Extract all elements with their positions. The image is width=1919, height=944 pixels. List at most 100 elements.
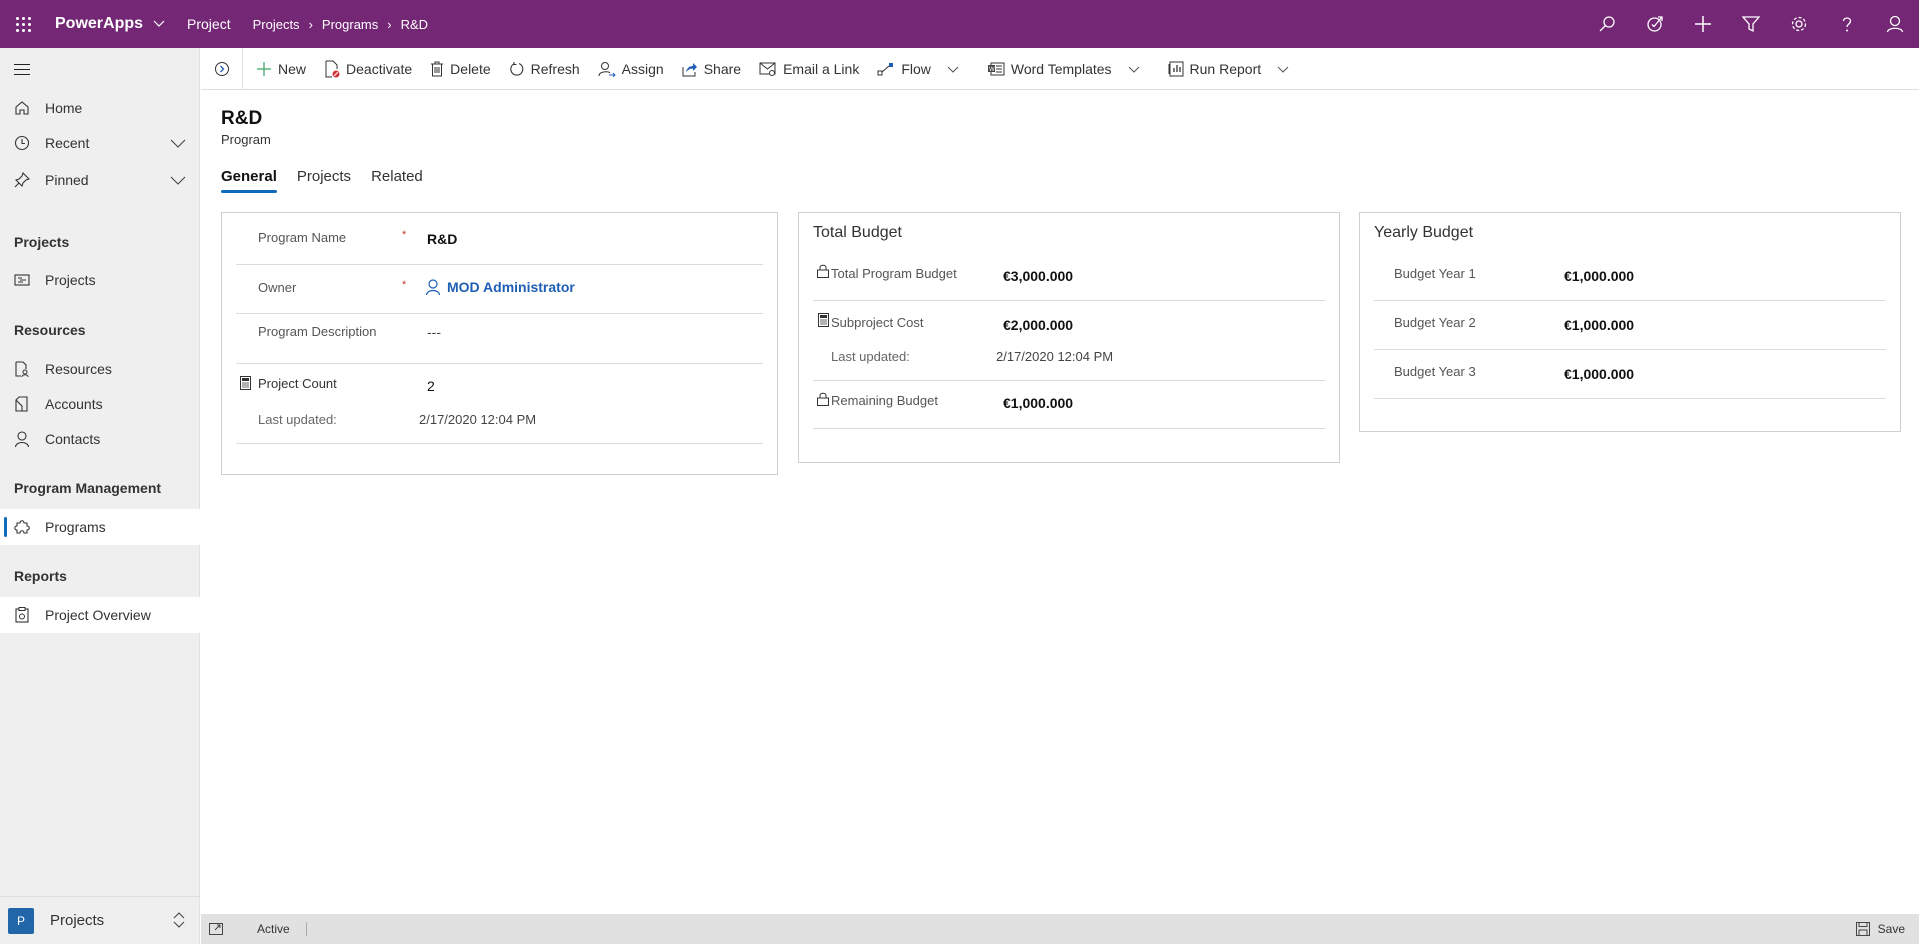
sidebar-item-contacts[interactable]: Contacts xyxy=(0,421,200,457)
chevron-down-icon[interactable] xyxy=(170,136,186,152)
user-icon xyxy=(425,279,441,295)
sidebar-item-programs[interactable]: Programs xyxy=(0,509,200,545)
app-launcher-button[interactable] xyxy=(0,0,46,48)
save-label: Save xyxy=(1877,922,1905,936)
budget-year-value[interactable]: €1,000.000 xyxy=(1564,268,1634,284)
resources-icon xyxy=(14,361,30,377)
flow-button[interactable]: Flow xyxy=(868,48,978,90)
filter-icon[interactable] xyxy=(1727,0,1775,48)
pin-icon xyxy=(14,172,30,188)
sidebar-item-label: Contacts xyxy=(45,431,101,447)
expand-button[interactable] xyxy=(201,47,243,90)
refresh-label: Refresh xyxy=(530,60,580,77)
email-icon xyxy=(759,62,776,76)
search-icon[interactable] xyxy=(1583,0,1631,48)
add-icon[interactable] xyxy=(1679,0,1727,48)
settings-icon[interactable] xyxy=(1775,0,1823,48)
section-title: Yearly Budget xyxy=(1374,224,1474,241)
report-chart-icon xyxy=(1168,61,1184,76)
tab-projects[interactable]: Projects xyxy=(297,168,351,191)
puzzle-icon xyxy=(14,519,30,535)
accounts-icon xyxy=(14,396,30,412)
total-budget-section: Total Budget Total Program Budget €3,000… xyxy=(798,212,1340,463)
sidebar-item-label: Project Overview xyxy=(45,607,151,623)
chevron-down-icon[interactable] xyxy=(153,17,167,31)
chevron-down-icon[interactable] xyxy=(947,61,965,77)
nav-group-projects: Projects xyxy=(14,234,70,250)
chevron-down-icon[interactable] xyxy=(1128,61,1146,77)
save-button[interactable]: Save xyxy=(1855,914,1905,944)
required-indicator: * xyxy=(402,279,407,291)
breadcrumb-programs[interactable]: Programs xyxy=(322,17,378,32)
word-templates-button[interactable]: W Word Templates xyxy=(978,48,1159,90)
sidebar-item-home[interactable]: Home xyxy=(0,90,200,126)
owner-link[interactable]: MOD Administrator xyxy=(447,279,575,295)
projects-icon xyxy=(14,272,30,288)
new-button[interactable]: New xyxy=(247,48,315,90)
assign-button[interactable]: Assign xyxy=(589,48,673,90)
waffle-icon xyxy=(15,16,31,32)
status-bar: Active Save xyxy=(201,914,1919,944)
sidebar-item-label: Home xyxy=(45,100,83,116)
owner-field[interactable]: MOD Administrator xyxy=(425,279,575,295)
sidebar-item-resources[interactable]: Resources xyxy=(0,351,200,387)
breadcrumb-current: R&D xyxy=(400,16,429,32)
run-report-button[interactable]: Run Report xyxy=(1159,48,1309,90)
save-icon xyxy=(1855,922,1870,936)
remaining-budget-value: €1,000.000 xyxy=(1003,395,1074,411)
tab-related[interactable]: Related xyxy=(371,168,423,191)
help-icon[interactable] xyxy=(1823,0,1871,48)
record-status: Active xyxy=(257,922,290,936)
sidebar-item-project-overview[interactable]: Project Overview xyxy=(0,597,200,633)
budget-year-value[interactable]: €1,000.000 xyxy=(1564,317,1634,333)
nav-group-program-management: Program Management xyxy=(14,480,162,496)
refresh-button[interactable]: Refresh xyxy=(500,48,589,90)
remaining-budget-label: Remaining Budget xyxy=(831,393,938,408)
breadcrumb-projects[interactable]: Projects xyxy=(253,17,300,32)
user-icon[interactable] xyxy=(1871,0,1919,48)
area-switcher[interactable]: P Projects xyxy=(0,896,200,944)
open-in-window-icon[interactable] xyxy=(209,923,223,935)
deactivate-button[interactable]: Deactivate xyxy=(315,48,421,90)
divider xyxy=(305,922,307,936)
description-field[interactable]: --- xyxy=(427,324,441,340)
chevron-down-icon[interactable] xyxy=(170,173,186,189)
email-link-button[interactable]: Email a Link xyxy=(750,48,868,90)
last-updated-value: 2/17/2020 12:04 PM xyxy=(419,412,537,427)
sidebar-item-accounts[interactable]: Accounts xyxy=(0,386,200,422)
lock-icon xyxy=(817,264,829,278)
flow-icon xyxy=(877,62,894,75)
assistant-icon[interactable] xyxy=(1631,0,1679,48)
project-count-label: Project Count xyxy=(258,376,337,391)
sidebar-item-recent[interactable]: Recent xyxy=(0,125,200,161)
program-name-label: Program Name xyxy=(258,230,347,245)
tab-general[interactable]: General xyxy=(221,168,277,193)
sidebar-item-projects[interactable]: Projects xyxy=(0,262,200,298)
home-icon xyxy=(14,100,30,116)
chevron-down-icon[interactable] xyxy=(1277,61,1295,77)
area-name: Projects xyxy=(50,912,105,929)
budget-year-label: Budget Year 2 xyxy=(1394,315,1476,330)
project-count-row: Project Count 2 Last updated: 2/17/2020 … xyxy=(236,364,763,444)
share-label: Share xyxy=(703,60,742,77)
record-header: R&D Program xyxy=(221,108,271,147)
email-link-label: Email a Link xyxy=(783,60,860,77)
chevron-right-icon: › xyxy=(308,16,313,32)
share-button[interactable]: Share xyxy=(673,48,750,90)
delete-button[interactable]: Delete xyxy=(421,48,499,90)
budget-year-value[interactable]: €1,000.000 xyxy=(1564,366,1634,382)
sidebar-item-label: Pinned xyxy=(45,172,89,188)
subproject-cost-row: Subproject Cost €2,000.000 Last updated:… xyxy=(813,301,1325,381)
share-icon xyxy=(682,62,697,76)
program-name-field[interactable]: R&D xyxy=(427,231,457,247)
program-name-row: Program Name * R&D xyxy=(236,213,763,265)
sidebar: Home Recent Pinned Projects Projects Res… xyxy=(0,48,200,944)
nav-group-reports: Reports xyxy=(14,568,67,584)
sidebar-item-label: Projects xyxy=(45,272,96,288)
yearly-budget-section: Yearly Budget Budget Year 1 €1,000.000 B… xyxy=(1359,212,1901,432)
app-name[interactable]: PowerApps xyxy=(55,15,143,33)
sidebar-item-pinned[interactable]: Pinned xyxy=(0,162,200,198)
hamburger-menu-icon[interactable] xyxy=(14,64,30,76)
app-area-name[interactable]: Project xyxy=(187,16,231,32)
breadcrumb: Projects › Programs › R&D xyxy=(253,17,428,32)
